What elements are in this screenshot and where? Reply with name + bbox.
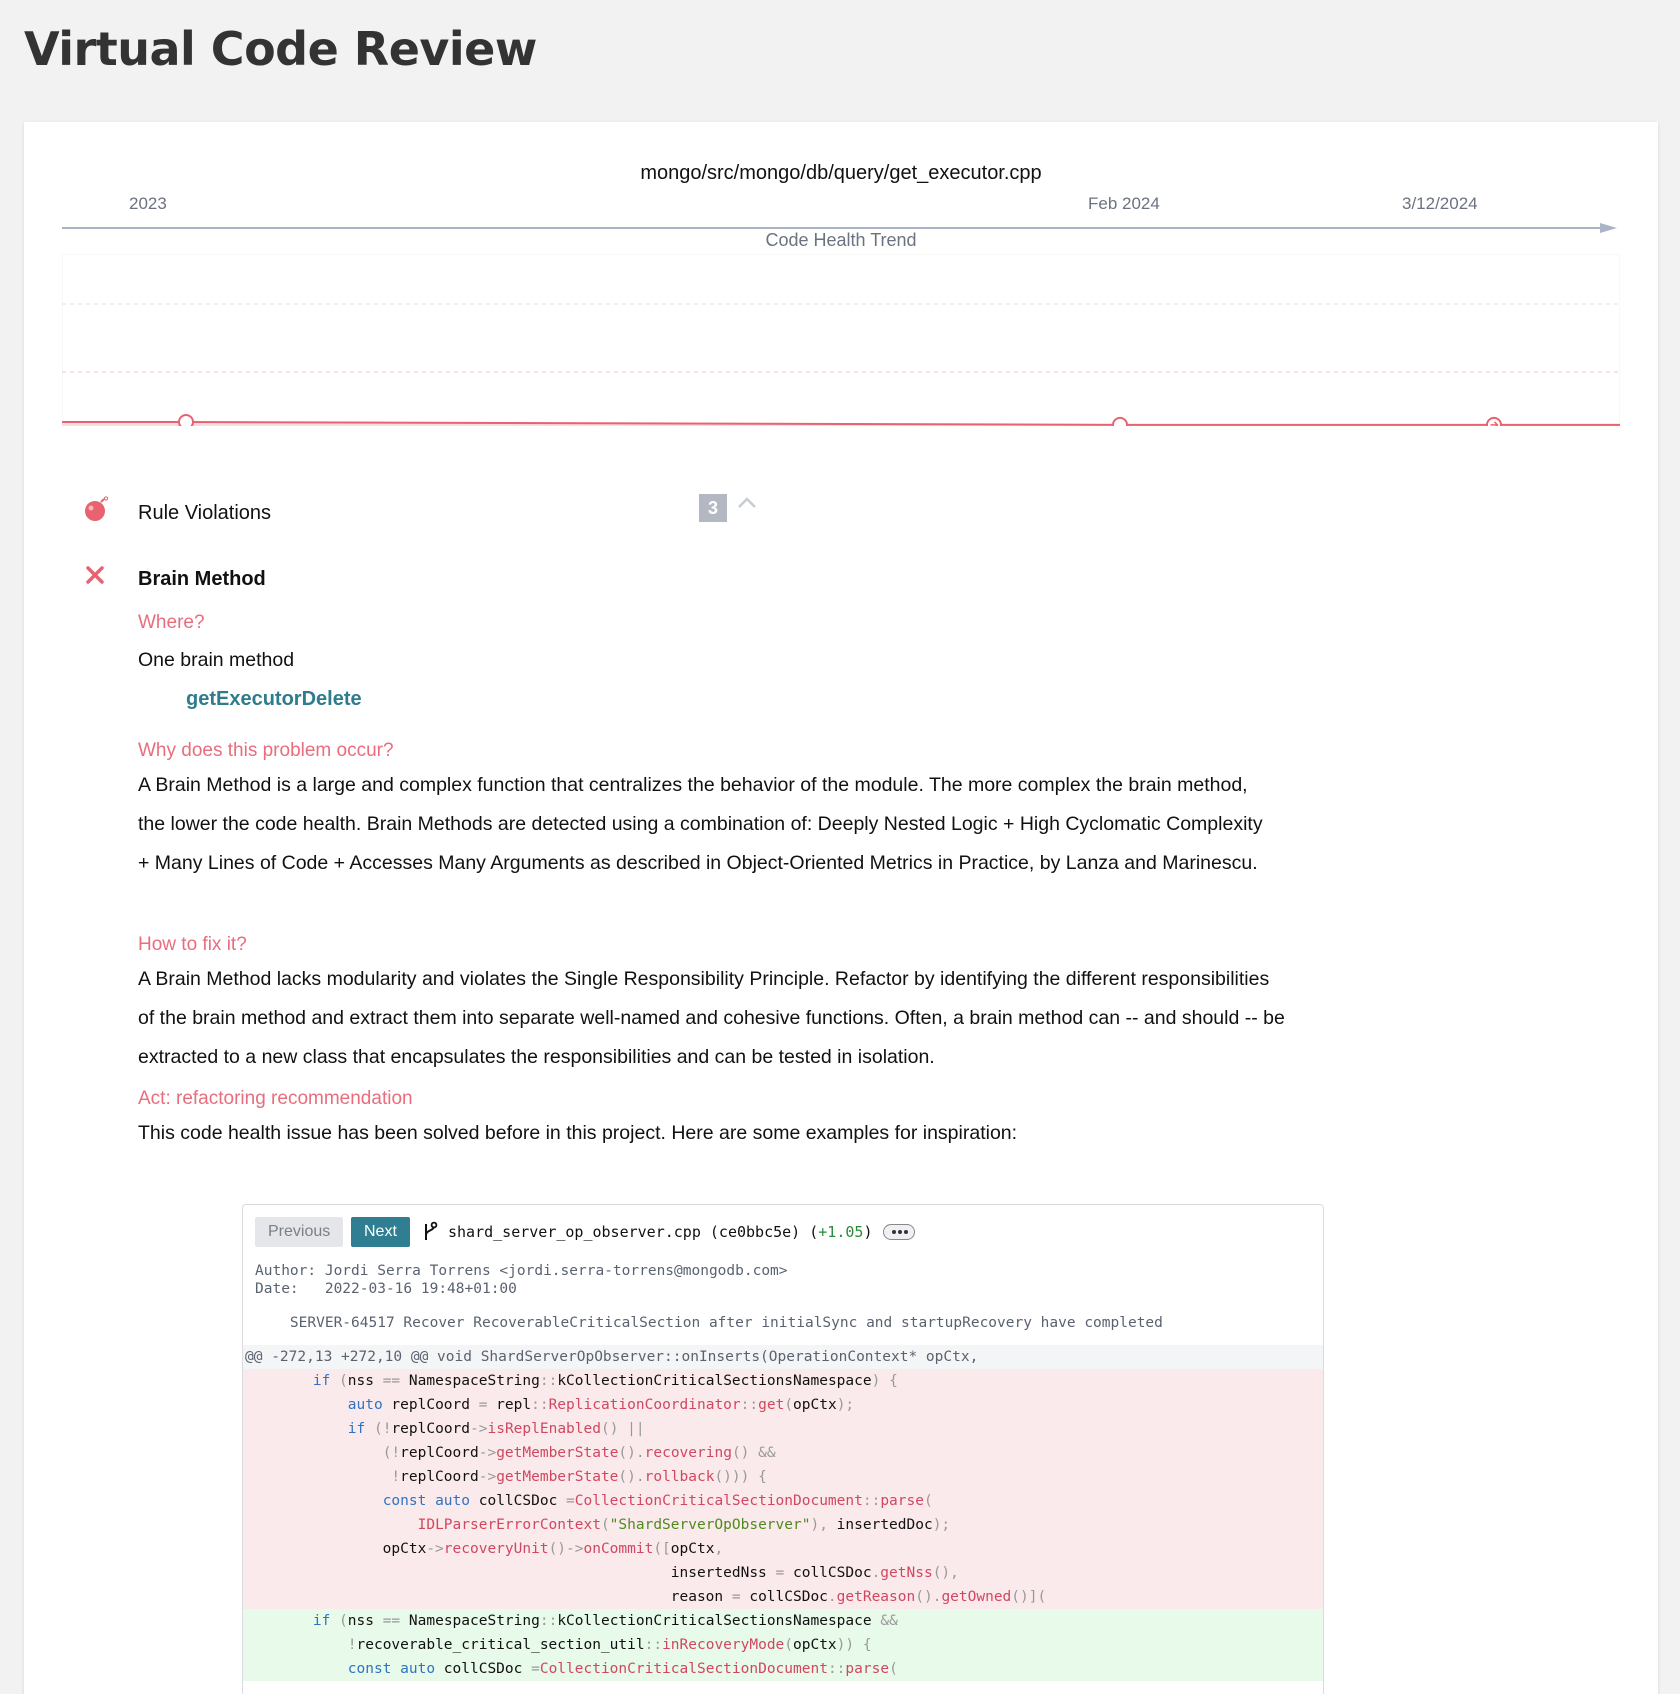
commit-hash: (ce0bbc5e) — [709, 1223, 801, 1241]
file-path: mongo/src/mongo/db/query/get_executor.cp… — [640, 162, 1042, 184]
violation-title: Brain Method — [138, 568, 266, 590]
removed-code-block: if (nss == NamespaceString::kCollectionC… — [243, 1369, 1323, 1633]
page-title: Virtual Code Review — [24, 22, 537, 76]
code-health-trend-chart — [62, 254, 1620, 426]
commit-message: SERVER-64517 Recover RecoverableCritical… — [255, 1315, 1163, 1331]
added-code-block: if (nss == NamespaceString::kCollectionC… — [243, 1609, 1323, 1681]
trend-point — [1112, 416, 1128, 426]
code-line: if (nss == NamespaceString::kCollectionC… — [312, 1373, 898, 1389]
why-heading: Why does this problem occur? — [138, 740, 394, 761]
timeline-label-2023: 2023 — [129, 194, 167, 213]
code-line: reason = collCSDoc.getReason().getOwned(… — [243, 1589, 1047, 1605]
commit-header: shard_server_op_observer.cpp (ce0bbc5e) … — [448, 1223, 873, 1241]
violation-count-badge: 3 — [699, 494, 727, 522]
method-link[interactable]: getExecutorDelete — [186, 688, 362, 711]
health-gain: +1.05 — [818, 1223, 864, 1241]
more-options-button[interactable] — [883, 1224, 915, 1240]
code-line: (!replCoord->getMemberState().recovering… — [382, 1445, 776, 1461]
bomb-icon — [85, 496, 109, 521]
next-button[interactable]: Next — [351, 1217, 410, 1247]
rule-violations-label: Rule Violations — [138, 502, 272, 524]
code-line: !recoverable_critical_section_util::inRe… — [347, 1637, 872, 1653]
previous-button[interactable]: Previous — [255, 1217, 344, 1247]
git-branch-icon — [425, 1221, 438, 1240]
close-icon — [86, 566, 104, 584]
code-line: !replCoord->getMemberState().rollback())… — [391, 1469, 767, 1485]
refactoring-example-panel: Previous Next shard_server_op_observer.c… — [242, 1204, 1324, 1694]
timeline-label-feb-2024: Feb 2024 — [1088, 194, 1160, 213]
code-line: opCtx->recoveryUnit()->onCommit([opCtx, — [243, 1541, 724, 1557]
code-line: auto replCoord = repl::ReplicationCoordi… — [347, 1397, 855, 1413]
code-line: const auto collCSDoc =CollectionCritical… — [347, 1661, 898, 1677]
review-card: mongo/src/mongo/db/query/get_executor.cp… — [24, 122, 1658, 1694]
trend-point — [178, 414, 194, 426]
diff-hunk-header: @@ -272,13 +272,10 @@ void ShardServerOp… — [243, 1345, 1323, 1369]
commit-author: Author: Jordi Serra Torrens <jordi.serra… — [255, 1263, 788, 1279]
where-heading: Where? — [138, 612, 205, 633]
commit-date: Date: 2022-03-16 19:48+01:00 — [255, 1281, 517, 1297]
code-line: if (nss == NamespaceString::kCollectionC… — [312, 1613, 898, 1629]
chart-background — [62, 254, 1620, 426]
code-line: const auto collCSDoc =CollectionCritical… — [382, 1493, 933, 1509]
why-text: A Brain Method is a large and complex fu… — [138, 774, 1263, 874]
trend-title: Code Health Trend — [765, 230, 917, 250]
timeline-label-current: 3/12/2024 — [1402, 194, 1478, 213]
commit-file: shard_server_op_observer.cpp — [448, 1223, 701, 1241]
fix-heading: How to fix it? — [138, 934, 247, 955]
fix-text: A Brain Method lacks modularity and viol… — [138, 968, 1285, 1068]
code-line: if (!replCoord->isReplEnabled() || — [347, 1421, 645, 1437]
act-text: This code health issue has been solved b… — [138, 1122, 1018, 1144]
chevron-up-icon[interactable] — [736, 494, 758, 512]
code-line: insertedNss = collCSDoc.getNss(), — [243, 1565, 959, 1581]
where-text: One brain method — [138, 649, 295, 671]
code-line: IDLParserErrorContext("ShardServerOpObse… — [417, 1517, 951, 1533]
act-heading: Act: refactoring recommendation — [138, 1088, 413, 1109]
